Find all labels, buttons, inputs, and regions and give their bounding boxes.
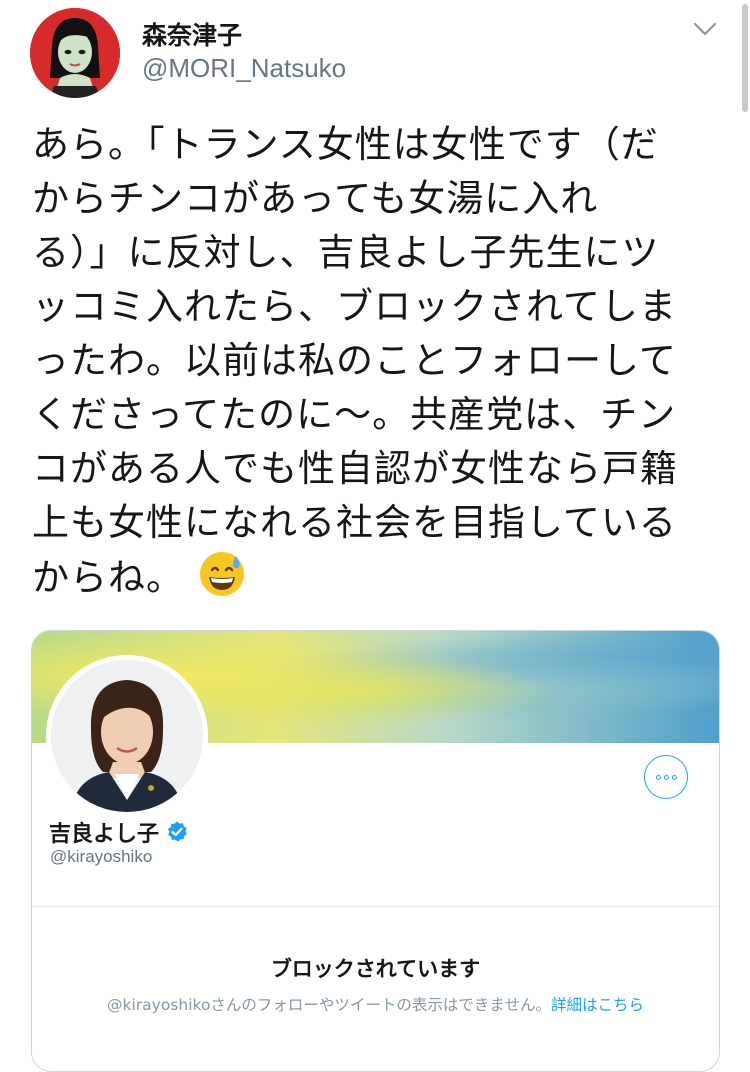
tweet-text-line-last: からね。 [32, 550, 722, 605]
profile-handle: @kirayoshiko [50, 847, 153, 866]
tweet-text-line: くださってたのに〜。共産党は、チン [32, 393, 677, 436]
profile-name-row: 吉良よし子 [49, 816, 189, 848]
author-handle[interactable]: @MORI_Natsuko [142, 53, 346, 84]
more-dot-icon [671, 774, 677, 780]
tweet-text-line: からね。 [32, 556, 184, 599]
profile-photo [51, 660, 203, 812]
tweet-text-line: あら。「トランス女性は女性です（だ [32, 123, 659, 166]
scrollbar[interactable] [742, 4, 748, 112]
tweet-text-line: 上も女性になれる社会を目指している [32, 501, 677, 544]
profile-avatar[interactable] [46, 655, 208, 817]
card-divider [32, 906, 719, 907]
author-avatar[interactable] [30, 8, 120, 98]
blocked-description: @kirayoshikoさんのフォローやツイートの表示はできません。詳細はこちら [32, 993, 719, 1015]
tweet-text-line: ったわ。以前は私のことフォローして [32, 339, 677, 382]
learn-more-link[interactable]: 詳細はこちら [551, 996, 644, 1014]
more-dot-icon [655, 774, 661, 780]
grinning-face-with-sweat-icon [200, 552, 244, 596]
verified-badge-icon [167, 821, 188, 842]
more-options-button[interactable] [644, 755, 688, 799]
tweet-text: あら。「トランス女性は女性です（だ からチンコがあっても女湯に入れ る）」に反対… [32, 118, 722, 605]
blocked-title: ブロックされています [270, 957, 481, 981]
avatar-illustration [30, 8, 120, 98]
blocked-description-text: @kirayoshikoさんのフォローやツイートの表示はできません。 [107, 996, 551, 1014]
author-name[interactable]: 森奈津子 [142, 16, 242, 52]
tweet-text-line: コがある人でも性自認が女性なら戸籍 [32, 447, 678, 490]
profile-name[interactable]: 吉良よし子 [49, 816, 159, 848]
embedded-profile-card[interactable]: 吉良よし子 @kirayoshiko ブロックされています @kirayoshi… [31, 630, 720, 1072]
tweet-text-line: からチンコがあっても女湯に入れ [32, 177, 599, 220]
tweet-text-line: ッコミ入れたら、ブロックされてしま [32, 285, 677, 328]
tweet-header: 森奈津子 @MORI_Natsuko [30, 8, 730, 98]
tweet-text-line: る）」に反対し、吉良よし子先生にツ [32, 231, 660, 274]
more-dot-icon [663, 774, 669, 780]
chevron-down-icon[interactable] [690, 14, 720, 44]
